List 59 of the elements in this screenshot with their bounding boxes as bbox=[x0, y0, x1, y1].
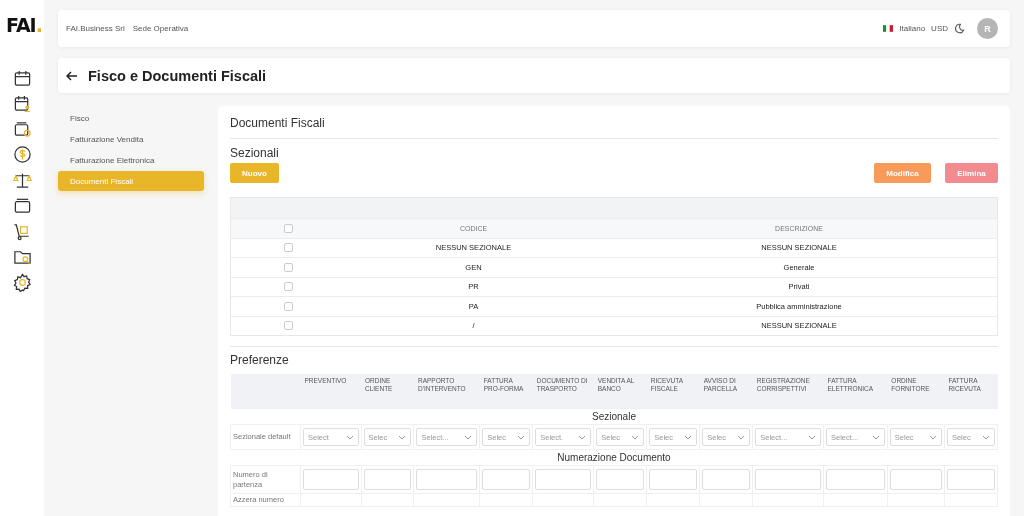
chevron-down-icon bbox=[982, 434, 990, 440]
chevron-down-icon bbox=[517, 434, 526, 440]
group-title: Numerazione Documento bbox=[557, 452, 671, 463]
row-checkbox[interactable] bbox=[284, 262, 293, 272]
page-title: Fisco e Documenti Fiscali bbox=[88, 67, 267, 84]
calendar-icon[interactable] bbox=[12, 68, 32, 88]
chevron-down-icon bbox=[578, 434, 587, 440]
wallet-icon[interactable] bbox=[12, 119, 32, 139]
section-title: Sezionali bbox=[230, 146, 280, 160]
input-field[interactable] bbox=[702, 469, 751, 490]
menu-item[interactable]: Fisco bbox=[58, 108, 204, 128]
row-checkbox[interactable] bbox=[284, 321, 293, 331]
chevron-down-icon bbox=[631, 434, 640, 440]
group-title: Sezionale bbox=[592, 411, 636, 422]
menu-item[interactable]: Fatturazione Vendita bbox=[58, 129, 204, 149]
language-selector[interactable]: Italiano bbox=[899, 24, 926, 33]
edit-button[interactable]: Modifica bbox=[874, 163, 931, 183]
chevron-down-icon bbox=[808, 434, 817, 440]
input-field[interactable] bbox=[303, 469, 359, 490]
chevron-down-icon bbox=[928, 434, 937, 440]
menu-item[interactable]: Documenti Fiscali bbox=[58, 171, 204, 191]
menu-item[interactable]: Fatturazione Elettronica bbox=[58, 150, 204, 170]
chevron-down-icon bbox=[345, 434, 354, 440]
input-field[interactable] bbox=[596, 469, 645, 490]
archive-box-icon[interactable] bbox=[12, 196, 32, 215]
input-field[interactable] bbox=[649, 469, 698, 490]
input-field[interactable] bbox=[889, 469, 942, 490]
input-field[interactable] bbox=[755, 469, 822, 490]
chevron-down-icon bbox=[398, 434, 407, 440]
hand-truck-icon[interactable] bbox=[12, 221, 32, 241]
row-checkbox[interactable] bbox=[284, 282, 293, 292]
dollar-coin-icon[interactable] bbox=[12, 145, 32, 164]
settings-icon[interactable] bbox=[12, 272, 32, 292]
chevron-down-icon bbox=[464, 434, 473, 440]
input-field[interactable] bbox=[535, 469, 592, 490]
input-field[interactable] bbox=[826, 469, 885, 490]
user-avatar[interactable]: R bbox=[977, 18, 998, 39]
new-button[interactable]: Nuovo bbox=[230, 163, 279, 183]
section-title: Preferenze bbox=[230, 346, 998, 367]
calendar-user-icon[interactable] bbox=[12, 94, 32, 113]
panel-title: Documenti Fiscali bbox=[230, 116, 998, 139]
company-name: FAI.Business Srl bbox=[66, 24, 125, 33]
logo: FAI. bbox=[6, 14, 42, 36]
currency-selector[interactable]: USD bbox=[931, 24, 948, 33]
chevron-down-icon bbox=[871, 434, 880, 440]
back-arrow-icon[interactable] bbox=[66, 70, 78, 81]
input-field[interactable] bbox=[363, 469, 412, 490]
chevron-down-icon bbox=[684, 434, 693, 440]
moon-icon[interactable] bbox=[954, 23, 965, 34]
site-name: Sede Operativa bbox=[132, 24, 189, 33]
input-field[interactable] bbox=[482, 469, 531, 490]
delete-button[interactable]: Elimina bbox=[945, 163, 998, 183]
flag-icon bbox=[883, 25, 894, 32]
input-field[interactable] bbox=[416, 469, 478, 490]
select-all-checkbox[interactable] bbox=[284, 223, 293, 233]
row-checkbox[interactable] bbox=[284, 243, 293, 253]
chevron-down-icon bbox=[737, 434, 746, 440]
row-checkbox[interactable] bbox=[284, 301, 293, 311]
input-field[interactable] bbox=[946, 469, 995, 490]
